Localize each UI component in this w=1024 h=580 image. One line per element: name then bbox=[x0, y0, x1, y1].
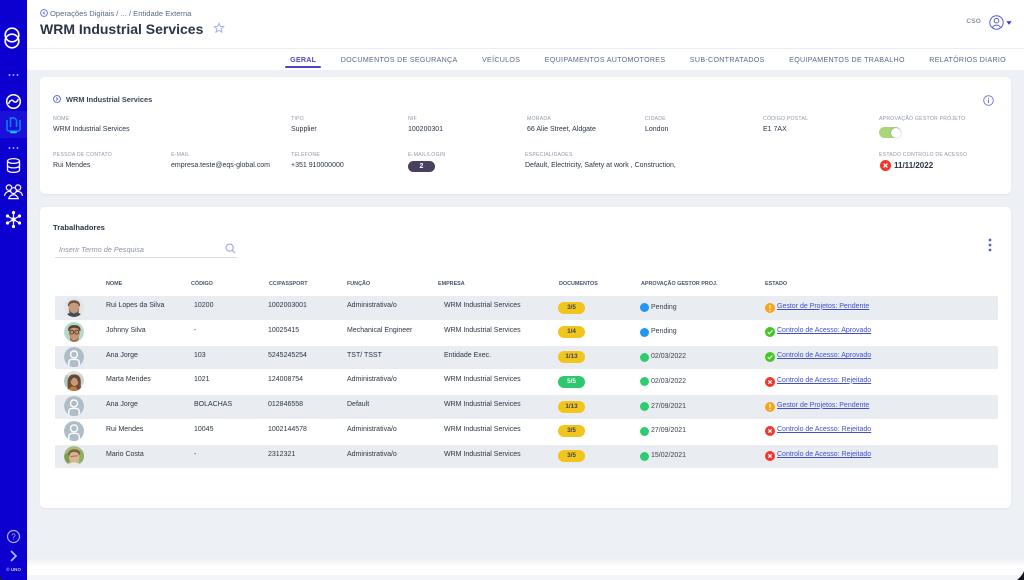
svg-text:?: ? bbox=[11, 533, 16, 542]
